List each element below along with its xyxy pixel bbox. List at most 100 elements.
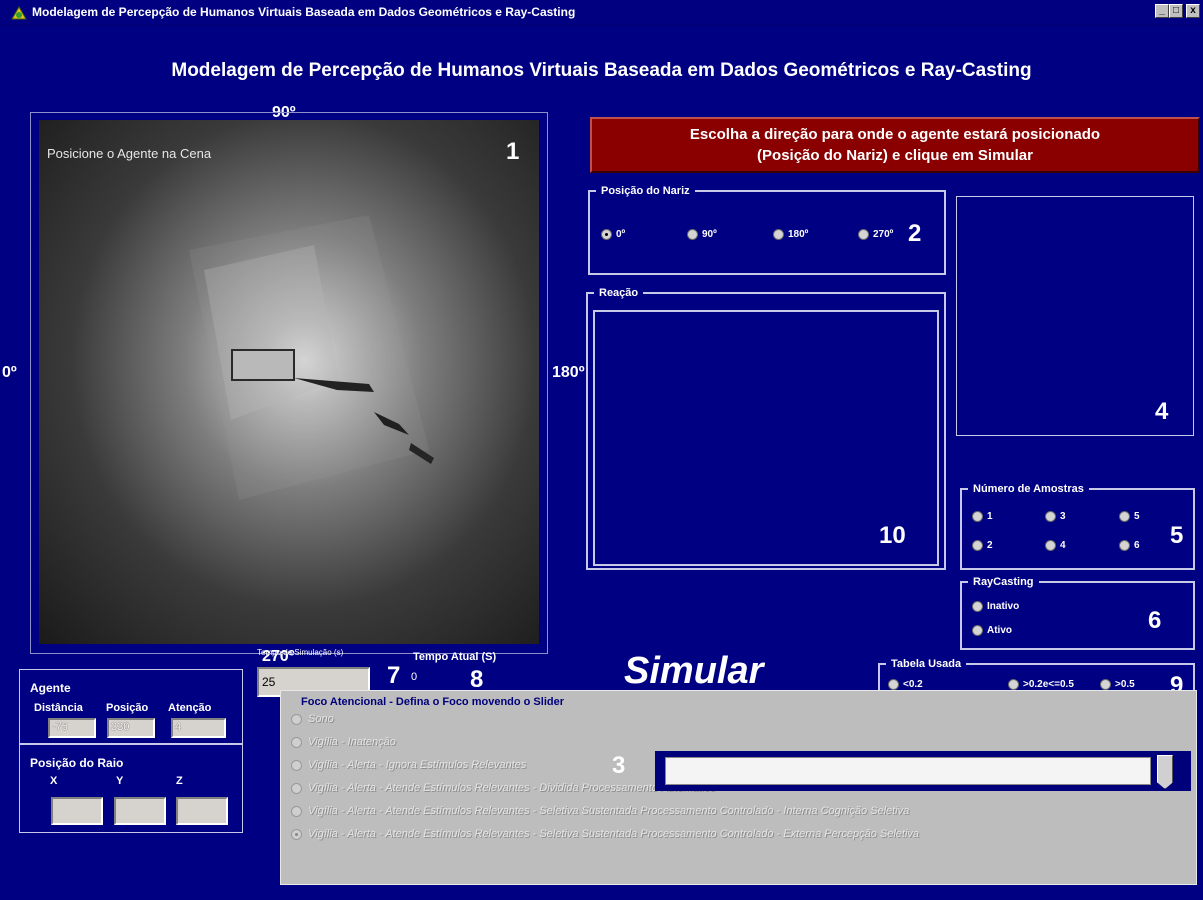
raycasting-radio-ativo[interactable]: Ativo <box>972 625 1012 636</box>
samples-option-label: 4 <box>1060 540 1066 551</box>
radio-icon <box>888 679 899 690</box>
samples-option-label: 5 <box>1134 511 1140 522</box>
nose-option-label: 90º <box>702 229 717 240</box>
nose-radio-0[interactable]: 0º <box>601 229 625 240</box>
focus-option-1[interactable]: Vigília - Inatenção <box>291 736 396 748</box>
radio-icon <box>972 540 983 551</box>
marker-4: 4 <box>1155 398 1169 425</box>
raycasting-option-label: Ativo <box>987 625 1012 636</box>
current-time-value: 0 <box>411 671 418 683</box>
radio-icon <box>291 759 302 771</box>
ray-y-field[interactable] <box>114 797 166 825</box>
sim-time-label: Tempo de Simulação (s) <box>257 648 344 657</box>
samples-radio-6[interactable]: 6 <box>1119 540 1140 551</box>
raycasting-option-label: Inativo <box>987 601 1020 612</box>
focus-option-label: Vigília - Alerta - Ignora Estímulos Rele… <box>308 759 527 771</box>
samples-radio-4[interactable]: 4 <box>1045 540 1066 551</box>
scene-viewport[interactable]: Posicione o Agente na Cena <box>39 120 539 644</box>
radio-icon <box>291 713 302 725</box>
radio-icon <box>291 805 302 817</box>
page-heading: Modelagem de Percepção de Humanos Virtua… <box>171 60 1032 81</box>
ray-x-field[interactable] <box>51 797 103 825</box>
marker-10: 10 <box>879 522 906 549</box>
nose-radio-270[interactable]: 270º <box>858 229 893 240</box>
app-icon <box>11 6 27 20</box>
minimize-button[interactable]: _ <box>1155 4 1169 18</box>
radio-icon <box>1100 679 1111 690</box>
focus-option-4[interactable]: Vigília - Alerta - Atende Estímulos Rele… <box>291 805 909 817</box>
close-button[interactable]: x <box>1186 4 1200 18</box>
maximize-button[interactable]: □ <box>1169 4 1183 18</box>
scene-deg-left: 0º <box>2 364 17 381</box>
nose-position-legend: Posição do Nariz <box>601 185 690 197</box>
raycasting-legend: RayCasting <box>973 576 1034 588</box>
table-radio-high[interactable]: >0.5 <box>1100 679 1135 690</box>
agent-attention-label: Atenção <box>168 702 212 714</box>
samples-option-label: 6 <box>1134 540 1140 551</box>
radio-icon <box>858 229 869 240</box>
instruction-banner: Escolha a direção para onde o agente est… <box>590 117 1200 173</box>
agent-distance-label: Distância <box>34 702 83 714</box>
samples-option-label: 3 <box>1060 511 1066 522</box>
light-wedge-outer <box>189 215 429 500</box>
radio-icon <box>291 782 302 794</box>
reaction-legend: Reação <box>599 287 639 299</box>
table-radio-low[interactable]: <0.2 <box>888 679 923 690</box>
samples-group: Número de Amostras <box>960 483 1195 570</box>
agent-panel: Agente Distância Posição Atenção -75 330… <box>19 669 243 744</box>
focus-option-5[interactable]: Vigília - Alerta - Atende Estímulos Rele… <box>291 828 919 840</box>
instruction-line-1: Escolha a direção para onde o agente est… <box>689 126 1101 143</box>
radio-icon <box>1119 511 1130 522</box>
focus-option-label: Vigília - Inatenção <box>308 736 396 748</box>
focus-option-3[interactable]: Vigília - Alerta - Atende Estímulos Rele… <box>291 782 716 794</box>
ray-title: Posição do Raio <box>30 756 124 770</box>
focus-option-label: Sono <box>308 713 334 725</box>
agent-distance-field[interactable]: -75 <box>48 718 96 738</box>
samples-radio-2[interactable]: 2 <box>972 540 993 551</box>
table-option-label: >0.5 <box>1115 679 1135 690</box>
ray-z-field[interactable] <box>176 797 228 825</box>
focus-title: Foco Atencional - Defina o Foco movendo … <box>301 696 565 708</box>
focus-option-label: Vigília - Alerta - Atende Estímulos Rele… <box>308 805 910 817</box>
title-bar: Modelagem de Percepção de Humanos Virtua… <box>0 0 1203 26</box>
nose-option-label: 0º <box>616 229 626 240</box>
focus-slider[interactable] <box>665 757 1151 785</box>
ray-y-label: Y <box>116 775 124 787</box>
current-time-label: Tempo Atual (S) <box>413 651 497 663</box>
radio-icon <box>687 229 698 240</box>
scene-deg-right: 180º <box>552 364 585 381</box>
marker-6: 6 <box>1148 607 1162 634</box>
nose-radio-90[interactable]: 90º <box>687 229 717 240</box>
radio-icon <box>972 625 983 636</box>
marker-3: 3 <box>612 752 626 779</box>
table-option-label: >0.2e<=0.5 <box>1023 679 1074 690</box>
samples-radio-3[interactable]: 3 <box>1045 511 1066 522</box>
samples-radio-1[interactable]: 1 <box>972 511 993 522</box>
agent-attention-field[interactable]: 4 <box>171 718 226 738</box>
ray-z-label: Z <box>176 775 183 787</box>
radio-selected-icon <box>601 229 612 240</box>
radio-icon <box>972 601 983 612</box>
focus-panel: Foco Atencional - Defina o Foco movendo … <box>280 690 1197 885</box>
agent-box <box>231 349 295 381</box>
agent-position-field[interactable]: 330 <box>107 718 155 738</box>
marker-2: 2 <box>908 220 922 247</box>
samples-radio-5[interactable]: 5 <box>1119 511 1140 522</box>
nose-radio-180[interactable]: 180º <box>773 229 808 240</box>
simulate-button[interactable]: Simular <box>624 650 763 693</box>
window-title: Modelagem de Percepção de Humanos Virtua… <box>32 5 576 19</box>
agent-position-label: Posição <box>106 702 149 714</box>
radio-icon <box>1119 540 1130 551</box>
radio-icon <box>972 511 983 522</box>
marker-5: 5 <box>1170 522 1184 549</box>
focus-slider-thumb[interactable] <box>1157 755 1173 789</box>
table-radio-mid[interactable]: >0.2e<=0.5 <box>1008 679 1074 690</box>
raycasting-radio-inativo[interactable]: Inativo <box>972 601 1019 612</box>
radio-icon <box>291 736 302 748</box>
focus-option-2[interactable]: Vigília - Alerta - Ignora Estímulos Rele… <box>291 759 526 771</box>
ray-panel: Posição do Raio X Y Z <box>19 744 243 833</box>
samples-option-label: 1 <box>987 511 993 522</box>
marker-1: 1 <box>506 138 520 165</box>
focus-option-0[interactable]: Sono <box>291 713 334 725</box>
samples-legend: Número de Amostras <box>973 483 1084 495</box>
